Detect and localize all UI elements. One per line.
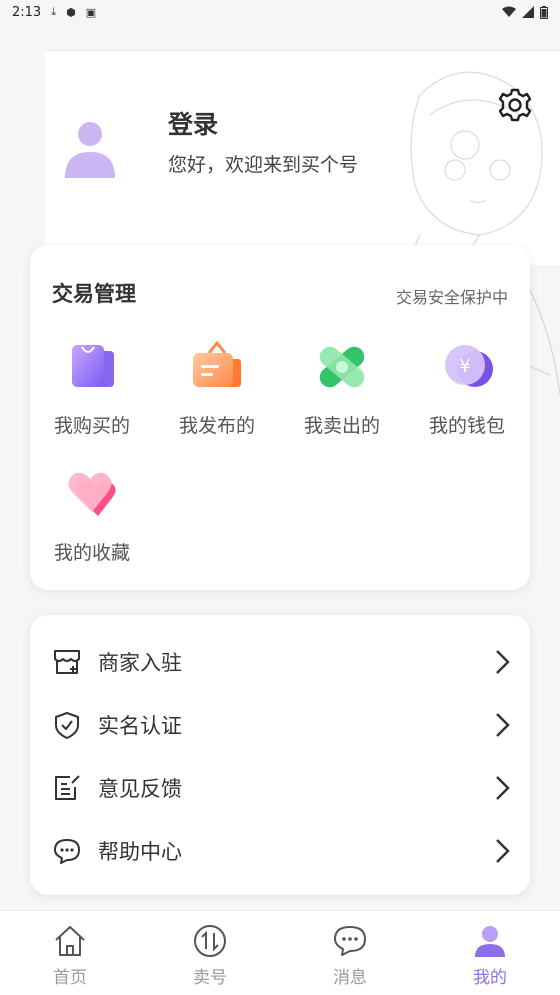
menu-item-merchant-entry[interactable]: 商家入驻 <box>52 642 512 682</box>
nav-label: 首页 <box>53 968 87 988</box>
sold-tag-icon <box>319 346 365 388</box>
trade-item-sold[interactable]: 我卖出的 <box>287 337 397 438</box>
message-icon <box>334 926 366 956</box>
shield-check-icon <box>55 712 79 739</box>
app-notification-icon: ⬢ <box>66 5 76 19</box>
status-time: 2:13 <box>12 4 42 20</box>
nav-item-sell[interactable]: 卖号 <box>140 911 280 995</box>
trade-item-published[interactable]: 我发布的 <box>162 337 272 438</box>
wifi-icon <box>502 6 516 17</box>
welcome-text: 您好，欢迎来到买个号 <box>168 154 359 176</box>
wallet-yen-icon: ¥ <box>445 345 493 387</box>
app-notification-icon-2: ▣ <box>85 5 97 19</box>
shopping-bag-icon <box>72 345 114 387</box>
nav-label: 卖号 <box>193 968 227 988</box>
settings-gear-icon[interactable] <box>497 87 533 123</box>
svg-text:¥: ¥ <box>459 356 470 377</box>
status-bar: 2:13 ⤓ ⬢ ▣ <box>0 0 560 24</box>
menu-label: 帮助中心 <box>98 840 182 864</box>
menu-item-verification[interactable]: 实名认证 <box>52 705 512 745</box>
trade-item-label: 我购买的 <box>53 415 130 437</box>
service-menu-card: 商家入驻 实名认证 意见反馈 帮助中心 <box>30 615 530 895</box>
nav-item-messages[interactable]: 消息 <box>280 911 420 995</box>
nav-item-home[interactable]: 首页 <box>0 911 140 995</box>
login-title[interactable]: 登录 <box>168 105 218 141</box>
nav-item-mine[interactable]: 我的 <box>420 911 560 995</box>
chevron-right-icon <box>496 713 510 737</box>
trade-item-label: 我卖出的 <box>303 415 380 437</box>
avatar[interactable] <box>63 120 117 178</box>
store-icon <box>54 650 80 674</box>
trade-item-label: 我的收藏 <box>53 542 130 564</box>
trade-title: 交易管理 <box>52 282 136 306</box>
home-icon <box>55 926 85 956</box>
trade-safety-note: 交易安全保护中 <box>395 288 508 307</box>
menu-item-help-center[interactable]: 帮助中心 <box>52 831 512 871</box>
heart-icon <box>68 472 116 516</box>
exchange-icon <box>194 925 226 957</box>
trade-management-card: 交易管理 交易安全保护中 我购买的 我发布的 我卖出的 ¥ 我的钱包 我的收藏 <box>30 245 530 590</box>
profile-icon <box>475 926 505 957</box>
menu-label: 实名认证 <box>98 714 182 738</box>
nav-label: 消息 <box>333 968 367 988</box>
menu-item-feedback[interactable]: 意见反馈 <box>52 768 512 808</box>
signal-icon <box>522 6 534 18</box>
feedback-icon <box>55 775 80 800</box>
download-icon: ⤓ <box>51 5 57 18</box>
trade-item-purchased[interactable]: 我购买的 <box>37 337 147 438</box>
menu-label: 商家入驻 <box>98 651 182 675</box>
bottom-nav: 首页 卖号 消息 我的 <box>0 910 560 995</box>
menu-label: 意见反馈 <box>98 777 182 801</box>
chevron-right-icon <box>496 776 510 800</box>
battery-icon <box>540 5 548 19</box>
help-chat-icon <box>54 839 80 864</box>
chevron-right-icon <box>496 650 510 674</box>
nav-label: 我的 <box>473 968 507 988</box>
trade-item-wallet[interactable]: ¥ 我的钱包 <box>412 337 522 438</box>
trade-item-label: 我的钱包 <box>428 415 505 437</box>
publish-board-icon <box>193 340 241 387</box>
chevron-right-icon <box>496 839 510 863</box>
trade-item-label: 我发布的 <box>178 415 255 437</box>
trade-item-favorites[interactable]: 我的收藏 <box>37 464 147 565</box>
